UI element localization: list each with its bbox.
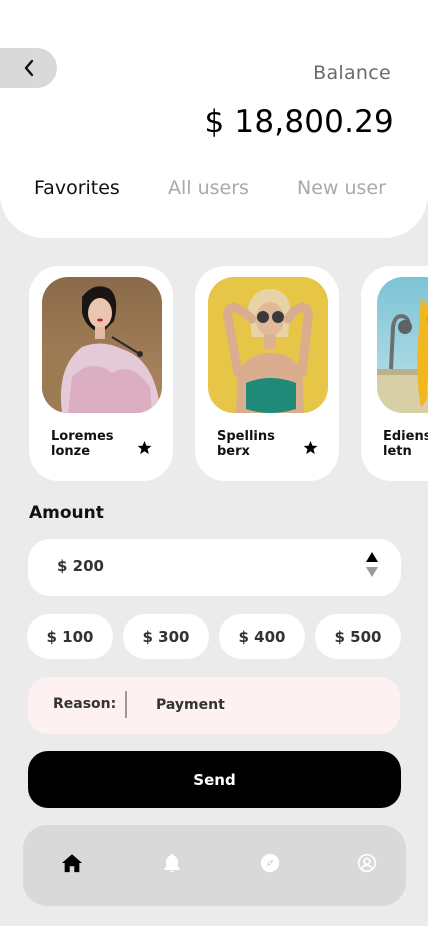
nav-home[interactable] bbox=[60, 851, 84, 875]
balance-value: $ 18,800.29 bbox=[204, 104, 394, 140]
user-card[interactable]: Spellins berx bbox=[195, 266, 339, 481]
user-card[interactable]: Loremes lonze bbox=[29, 266, 173, 481]
reason-field[interactable]: Reason: bbox=[28, 677, 400, 734]
profile-icon bbox=[357, 853, 377, 873]
nav-notifications[interactable] bbox=[160, 851, 184, 875]
back-button[interactable] bbox=[0, 48, 57, 88]
amount-value[interactable]: $ 200 bbox=[57, 557, 104, 575]
user-photo bbox=[377, 277, 428, 413]
tab-all-users[interactable]: All users bbox=[168, 177, 249, 199]
preset-400-button[interactable]: $ 400 bbox=[219, 614, 305, 659]
send-button[interactable]: Send bbox=[28, 751, 401, 808]
amount-field[interactable]: $ 200 bbox=[28, 539, 401, 596]
star-icon[interactable] bbox=[303, 440, 318, 455]
nav-profile[interactable] bbox=[355, 851, 379, 875]
nav-explore[interactable] bbox=[258, 851, 282, 875]
bell-icon bbox=[163, 853, 181, 873]
home-icon bbox=[61, 854, 83, 873]
user-name: Ediens letn bbox=[383, 429, 428, 459]
balance-header: Balance $ 18,800.29 Favorites All users … bbox=[0, 0, 428, 238]
favorites-carousel[interactable]: Loremes lonze Spellins berx Ediens letn bbox=[0, 266, 428, 481]
amount-label: Amount bbox=[29, 503, 104, 523]
balance-label: Balance bbox=[313, 62, 391, 84]
user-card[interactable]: Ediens letn bbox=[361, 266, 428, 481]
reason-input[interactable] bbox=[156, 691, 376, 719]
chevron-left-icon bbox=[24, 59, 33, 77]
tab-favorites[interactable]: Favorites bbox=[34, 177, 120, 199]
preset-100-button[interactable]: $ 100 bbox=[27, 614, 113, 659]
amount-stepper[interactable] bbox=[365, 551, 379, 579]
preset-500-button[interactable]: $ 500 bbox=[315, 614, 401, 659]
bottom-nav bbox=[23, 825, 406, 906]
compass-icon bbox=[260, 853, 280, 873]
star-icon[interactable] bbox=[137, 440, 152, 455]
reason-divider bbox=[125, 691, 127, 718]
user-name: Loremes lonze bbox=[51, 429, 114, 459]
stepper-down-icon[interactable] bbox=[365, 566, 379, 578]
reason-label: Reason: bbox=[53, 696, 117, 712]
user-name: Spellins berx bbox=[217, 429, 275, 459]
user-photo bbox=[42, 277, 162, 413]
stepper-up-icon[interactable] bbox=[365, 551, 379, 563]
preset-300-button[interactable]: $ 300 bbox=[123, 614, 209, 659]
tab-new-user[interactable]: New user bbox=[297, 177, 386, 199]
user-photo bbox=[208, 277, 328, 413]
